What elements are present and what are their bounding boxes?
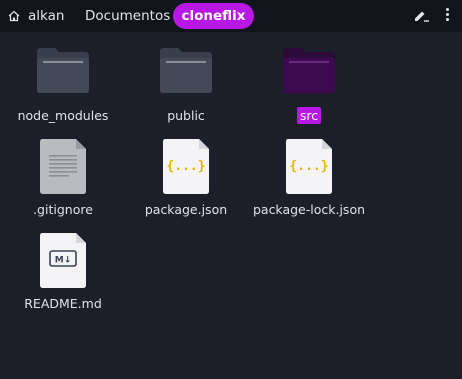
- folder-icon: [37, 48, 89, 93]
- json-file-icon: {...}: [286, 139, 332, 194]
- markdown-glyph: M↓: [55, 256, 72, 266]
- json-file-icon: {...}: [163, 139, 209, 194]
- more-options-icon[interactable]: [444, 7, 450, 25]
- file-name: node_modules: [17, 108, 109, 123]
- edit-location-icon[interactable]: [412, 8, 432, 24]
- file-name: package.json: [144, 202, 228, 217]
- file-name-label: src: [296, 107, 322, 124]
- markdown-file-icon: M↓: [40, 233, 86, 288]
- breadcrumb-documentos[interactable]: Documentos: [81, 4, 174, 28]
- home-icon: [8, 10, 20, 22]
- folder-icon: [283, 48, 335, 93]
- file-name: README.md: [24, 296, 102, 311]
- path-bar: alkan Documentos cloneflix: [0, 0, 462, 32]
- file-item-selected[interactable]: src: [248, 42, 370, 134]
- file-name: .gitignore: [33, 202, 93, 217]
- file-item[interactable]: {...} package-lock.json: [248, 136, 370, 228]
- folder-icon: [160, 48, 212, 93]
- file-name: src: [248, 107, 370, 124]
- file-name: public: [167, 108, 205, 123]
- text-file-icon: [40, 139, 86, 194]
- file-item[interactable]: .gitignore: [2, 136, 124, 228]
- breadcrumb-home-label: alkan: [28, 8, 65, 24]
- file-item[interactable]: public: [125, 42, 247, 134]
- json-glyph: {...}: [166, 159, 205, 174]
- file-item[interactable]: {...} package.json: [125, 136, 247, 228]
- breadcrumb-current[interactable]: cloneflix: [173, 3, 254, 29]
- breadcrumb-home[interactable]: alkan: [4, 4, 64, 28]
- json-glyph: {...}: [289, 159, 328, 174]
- file-manager-window: alkan Documentos cloneflix node_modules …: [0, 0, 462, 379]
- file-name: package-lock.json: [252, 202, 366, 217]
- file-item[interactable]: M↓ README.md: [2, 230, 124, 322]
- file-item[interactable]: node_modules: [2, 42, 124, 134]
